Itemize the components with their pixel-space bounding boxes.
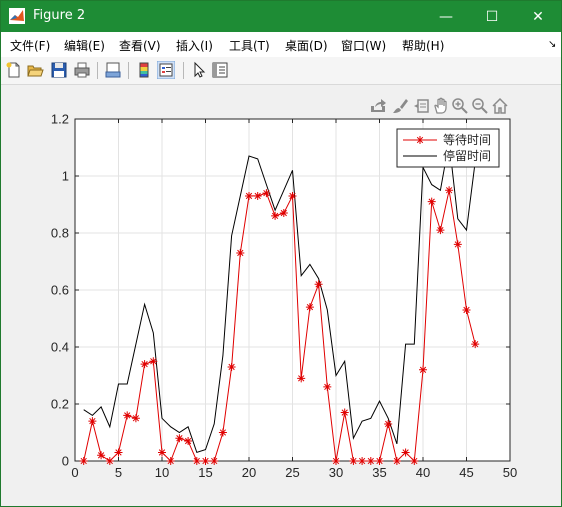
legend-label: 停留时间 bbox=[443, 148, 491, 163]
y-tick-label: 1 bbox=[62, 169, 69, 184]
data-point-marker bbox=[314, 280, 323, 289]
menu-view[interactable]: 查看(V) bbox=[119, 37, 161, 54]
property-inspector-icon[interactable] bbox=[211, 61, 229, 79]
y-tick-label: 1.2 bbox=[51, 112, 69, 127]
data-point-marker bbox=[158, 448, 166, 457]
data-point-marker bbox=[384, 419, 393, 428]
y-tick-label: 0.2 bbox=[51, 397, 69, 412]
insert-legend-icon[interactable] bbox=[157, 61, 175, 79]
menu-bar: 文件(F) 编辑(E) 查看(V) 插入(I) 工具(T) 桌面(D) 窗口(W… bbox=[1, 32, 561, 57]
title-bar[interactable]: Figure 2 — ☐ ✕ bbox=[1, 1, 561, 32]
menu-desktop[interactable]: 桌面(D) bbox=[285, 37, 328, 54]
y-tick-label: 0.8 bbox=[51, 226, 69, 241]
data-point-marker bbox=[375, 457, 384, 465]
x-tick-label: 45 bbox=[459, 465, 473, 480]
x-tick-label: 35 bbox=[372, 465, 386, 480]
x-tick-label: 15 bbox=[198, 465, 212, 480]
data-point-marker bbox=[366, 457, 375, 465]
data-point-marker bbox=[279, 209, 288, 218]
data-point-marker bbox=[305, 303, 314, 312]
x-tick-label: 30 bbox=[329, 465, 343, 480]
data-point-marker bbox=[192, 457, 201, 465]
menu-overflow-icon[interactable]: ↘ bbox=[548, 39, 556, 50]
y-tick-label: 0 bbox=[62, 454, 69, 469]
data-point-marker bbox=[401, 448, 410, 457]
print-icon[interactable] bbox=[73, 61, 91, 79]
open-file-icon[interactable] bbox=[26, 61, 44, 79]
x-tick-label: 50 bbox=[503, 465, 517, 480]
x-tick-label: 10 bbox=[155, 465, 169, 480]
figure-window: Figure 2 — ☐ ✕ 文件(F) 编辑(E) 查看(V) 插入(I) 工… bbox=[0, 0, 562, 507]
data-point-marker bbox=[149, 357, 158, 366]
menu-file[interactable]: 文件(F) bbox=[10, 37, 50, 54]
data-point-marker bbox=[349, 457, 358, 465]
menu-window[interactable]: 窗口(W) bbox=[341, 37, 386, 54]
x-tick-label: 20 bbox=[242, 465, 256, 480]
data-point-marker bbox=[392, 457, 401, 465]
maximize-button[interactable]: ☐ bbox=[469, 1, 515, 32]
link-plot-icon[interactable] bbox=[104, 61, 122, 79]
toolbar-separator bbox=[97, 62, 98, 79]
data-point-marker bbox=[297, 374, 306, 383]
data-point-marker bbox=[166, 457, 175, 465]
toolbar-separator bbox=[183, 62, 184, 79]
legend-label: 等待时间 bbox=[443, 133, 491, 147]
x-tick-label: 25 bbox=[285, 465, 299, 480]
data-point-marker bbox=[358, 457, 367, 465]
data-point-marker bbox=[471, 340, 480, 349]
window-title: Figure 2 bbox=[33, 8, 86, 23]
maximize-icon: ☐ bbox=[485, 8, 499, 25]
data-point-marker bbox=[323, 382, 332, 391]
menu-help[interactable]: 帮助(H) bbox=[402, 37, 444, 54]
x-tick-label: 0 bbox=[71, 465, 78, 480]
toolbar-separator bbox=[128, 62, 129, 79]
x-tick-label: 5 bbox=[115, 465, 122, 480]
data-point-marker bbox=[419, 365, 427, 374]
data-point-marker bbox=[340, 408, 349, 417]
insert-colorbar-icon[interactable] bbox=[135, 61, 153, 79]
x-tick-label: 40 bbox=[416, 465, 430, 480]
close-icon: ✕ bbox=[532, 8, 544, 25]
save-icon[interactable] bbox=[50, 61, 68, 79]
data-point-marker bbox=[114, 448, 123, 457]
close-button[interactable]: ✕ bbox=[515, 1, 561, 32]
y-tick-label: 0.4 bbox=[51, 340, 69, 355]
data-point-marker bbox=[201, 457, 210, 465]
figure-toolbar bbox=[1, 57, 561, 85]
data-point-marker bbox=[332, 457, 340, 465]
data-point-marker bbox=[445, 186, 454, 195]
matlab-icon bbox=[9, 8, 25, 24]
data-point-marker bbox=[210, 457, 219, 465]
data-point-marker bbox=[410, 457, 419, 465]
menu-edit[interactable]: 编辑(E) bbox=[64, 37, 105, 54]
minimize-button[interactable]: — bbox=[423, 1, 469, 32]
menu-insert[interactable]: 插入(I) bbox=[176, 37, 213, 54]
new-figure-icon[interactable] bbox=[5, 61, 23, 79]
data-point-marker bbox=[462, 305, 471, 314]
pointer-icon[interactable] bbox=[190, 61, 208, 79]
menu-tools[interactable]: 工具(T) bbox=[229, 37, 270, 54]
chart-axes[interactable]: 0 5 10 15 20 25 30 35 40 45 50 0 0.2 0.4 0.6 0.8 1 1.2 等待时… bbox=[1, 85, 561, 495]
minimize-icon: — bbox=[439, 8, 453, 25]
y-tick-label: 0.6 bbox=[51, 283, 69, 298]
